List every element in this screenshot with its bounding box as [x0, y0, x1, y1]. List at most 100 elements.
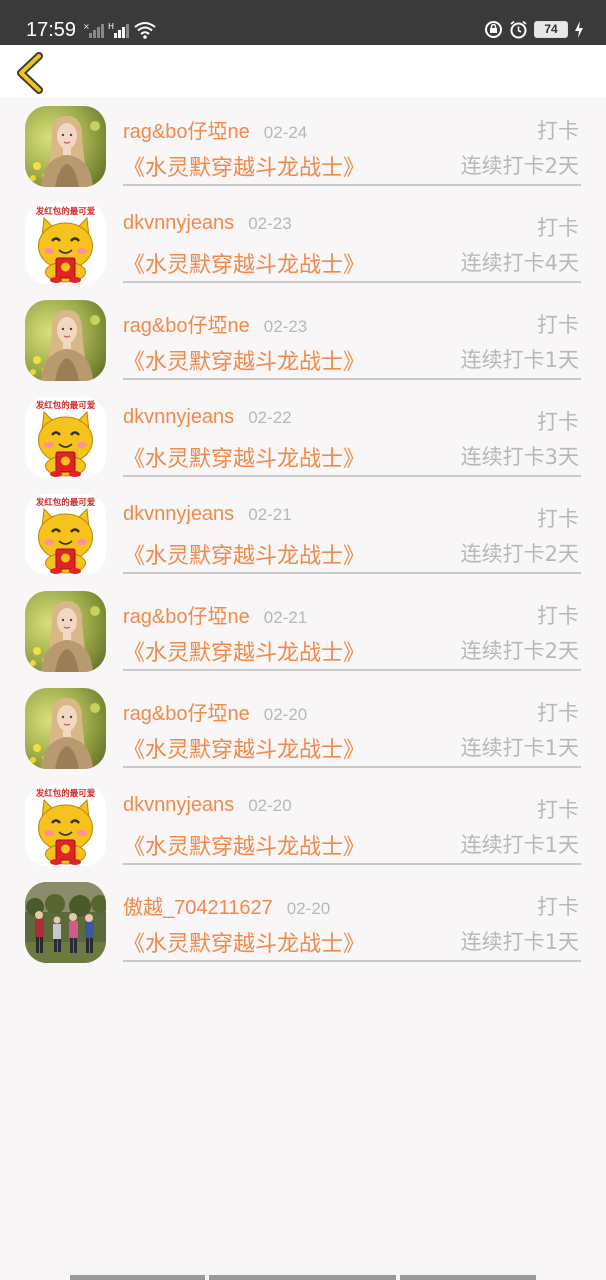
checkin-date: 02-23: [263, 317, 308, 336]
username[interactable]: rag&bo仔埡ne: [123, 703, 250, 725]
user-avatar[interactable]: [25, 106, 106, 187]
username[interactable]: rag&bo仔埡ne: [123, 121, 250, 143]
battery-level: 74: [544, 22, 558, 36]
title-bar: [0, 45, 606, 97]
checkin-date: 02-21: [263, 608, 308, 627]
checkin-row[interactable]: 发红包的最可爱 dkvnnyjeans 02-23 打卡《水灵默穿越斗龙战士》 连续打卡…: [0, 194, 606, 291]
username[interactable]: rag&bo仔埡ne: [123, 606, 250, 628]
checkin-date: 02-23: [248, 214, 292, 233]
username-line: rag&bo仔埡ne 02-21: [123, 600, 307, 629]
user-avatar[interactable]: 发红包的最可爱: [25, 494, 106, 575]
username[interactable]: 傲越_704211627: [123, 897, 273, 919]
book-title[interactable]: 《水灵默穿越斗龙战士》: [123, 344, 365, 376]
back-arrow-icon[interactable]: [14, 51, 50, 95]
rotation-lock-icon: [485, 21, 502, 38]
username-line: rag&bo仔埡ne 02-23: [123, 309, 307, 338]
status-bar: 17:59 × H 74: [0, 0, 606, 45]
checkin-action-label: 打卡: [537, 604, 579, 628]
username-line: dkvnnyjeans 02-21: [123, 503, 292, 526]
checkin-action-label: 打卡: [537, 119, 579, 143]
checkin-action-label: 打卡: [537, 216, 579, 240]
checkin-list: rag&bo仔埡ne 02-24 打卡 《水灵默穿越斗龙战士》 连续打卡2天 发红包的最可…: [0, 97, 606, 970]
username-line: 傲越_704211627 02-20: [123, 891, 330, 920]
wifi-icon: [134, 22, 156, 39]
checkin-streak: 连续打卡1天: [460, 930, 579, 954]
user-avatar[interactable]: 发红包的最可爱: [25, 203, 106, 284]
checkin-row[interactable]: 傲越_704211627 02-20 打卡《水灵默穿越斗龙战士》 连续打卡1天: [0, 873, 606, 970]
user-avatar[interactable]: [25, 591, 106, 672]
book-title[interactable]: 《水灵默穿越斗龙战士》: [123, 926, 365, 958]
username[interactable]: dkvnnyjeans: [123, 794, 234, 816]
user-avatar[interactable]: [25, 300, 106, 381]
checkin-row[interactable]: rag&bo仔埡ne 02-23 打卡《水灵默穿越斗龙战士》 连续打卡1天: [0, 291, 606, 388]
checkin-date: 02-20: [286, 899, 331, 918]
book-title[interactable]: 《水灵默穿越斗龙战士》: [123, 829, 365, 861]
username-line: dkvnnyjeans 02-20: [123, 794, 292, 817]
username-line: rag&bo仔埡ne 02-24: [123, 115, 307, 144]
book-title[interactable]: 《水灵默穿越斗龙战士》: [123, 635, 365, 667]
checkin-row[interactable]: rag&bo仔埡ne 02-20 打卡《水灵默穿越斗龙战士》 连续打卡1天: [0, 679, 606, 776]
checkin-row-content: rag&bo仔埡ne 02-23 打卡《水灵默穿越斗龙战士》 连续打卡1天: [123, 291, 581, 380]
status-icons: 74: [484, 20, 584, 39]
checkin-row[interactable]: 发红包的最可爱 dkvnnyjeans 02-21 打卡《水灵默穿越斗龙战士》 连续打卡…: [0, 485, 606, 582]
checkin-streak: 连续打卡4天: [460, 251, 579, 275]
checkin-streak: 连续打卡2天: [460, 542, 579, 566]
checkin-date: 02-24: [263, 123, 308, 142]
nav-hint-left: [70, 1275, 205, 1280]
checkin-row-content: rag&bo仔埡ne 02-24 打卡《水灵默穿越斗龙战士》 连续打卡2天: [123, 97, 581, 186]
checkin-row[interactable]: 发红包的最可爱 dkvnnyjeans 02-20 打卡 《水灵默穿越斗龙战士》 连续打卡…: [0, 776, 606, 873]
checkin-date: 02-20: [263, 705, 308, 724]
username-line: dkvnnyjeans 02-22: [123, 406, 292, 429]
username[interactable]: dkvnnyjeans: [123, 503, 234, 525]
user-avatar[interactable]: 发红包的最可爱: [25, 397, 106, 478]
checkin-row-content: dkvnnyjeans 02-20 打卡 《水灵默穿越斗龙战士》 连续打卡1天: [123, 776, 581, 865]
username[interactable]: dkvnnyjeans: [123, 406, 234, 428]
user-avatar[interactable]: [25, 688, 106, 769]
battery-indicator: 74: [534, 21, 568, 38]
alarm-icon: [510, 20, 527, 39]
checkin-action-label: 打卡: [537, 507, 579, 531]
checkin-row-content: rag&bo仔埡ne 02-20 打卡《水灵默穿越斗龙战士》 连续打卡1天: [123, 679, 581, 768]
checkin-row-content: 傲越_704211627 02-20 打卡《水灵默穿越斗龙战士》 连续打卡1天: [123, 873, 581, 962]
svg-text:H: H: [108, 22, 114, 31]
checkin-streak: 连续打卡2天: [460, 639, 579, 663]
checkin-streak: 连续打卡1天: [460, 348, 579, 372]
username-line: dkvnnyjeans 02-23: [123, 212, 292, 235]
nav-hint-center: [209, 1275, 396, 1280]
checkin-date: 02-21: [248, 505, 292, 524]
book-title[interactable]: 《水灵默穿越斗龙战士》: [123, 538, 365, 570]
cellular-signal-icon: H: [108, 22, 129, 38]
checkin-date: 02-20: [248, 796, 292, 815]
book-title[interactable]: 《水灵默穿越斗龙战士》: [123, 441, 365, 473]
checkin-row[interactable]: rag&bo仔埡ne 02-21 打卡《水灵默穿越斗龙战士》 连续打卡2天: [0, 582, 606, 679]
svg-text:×: ×: [83, 22, 90, 31]
checkin-date: 02-22: [248, 408, 292, 427]
checkin-action-label: 打卡: [537, 313, 579, 337]
checkin-action-label: 打卡: [537, 895, 579, 919]
checkin-row-content: dkvnnyjeans 02-23 打卡《水灵默穿越斗龙战士》 连续打卡4天: [123, 194, 581, 283]
svg-text:发红包的最可爱: 发红包的最可爱: [35, 206, 96, 217]
nav-hint-right: [400, 1275, 536, 1280]
user-avatar[interactable]: [25, 882, 106, 963]
checkin-row-content: rag&bo仔埡ne 02-21 打卡《水灵默穿越斗龙战士》 连续打卡2天: [123, 582, 581, 671]
user-avatar[interactable]: 发红包的最可爱: [25, 785, 106, 866]
book-title[interactable]: 《水灵默穿越斗龙战士》: [123, 150, 365, 182]
username[interactable]: rag&bo仔埡ne: [123, 315, 250, 337]
status-time: 17:59: [26, 19, 77, 41]
svg-text:发红包的最可爱: 发红包的最可爱: [35, 400, 96, 411]
checkin-action-label: 打卡: [537, 410, 579, 434]
book-title[interactable]: 《水灵默穿越斗龙战士》: [123, 247, 365, 279]
checkin-streak: 连续打卡2天: [460, 154, 579, 178]
username[interactable]: dkvnnyjeans: [123, 212, 234, 234]
checkin-action-label: 打卡: [537, 798, 579, 822]
checkin-action-label: 打卡: [537, 701, 579, 725]
checkin-streak: 连续打卡3天: [460, 445, 579, 469]
charging-icon: [575, 21, 583, 38]
checkin-streak: 连续打卡1天: [460, 736, 579, 760]
checkin-row[interactable]: rag&bo仔埡ne 02-24 打卡《水灵默穿越斗龙战士》 连续打卡2天: [0, 97, 606, 194]
checkin-row[interactable]: 发红包的最可爱 dkvnnyjeans 02-22 打卡《水灵默穿越斗龙战士》 连续打卡…: [0, 388, 606, 485]
checkin-row-content: dkvnnyjeans 02-21 打卡《水灵默穿越斗龙战士》 连续打卡2天: [123, 485, 581, 574]
username-line: rag&bo仔埡ne 02-20: [123, 697, 307, 726]
book-title[interactable]: 《水灵默穿越斗龙战士》: [123, 732, 365, 764]
svg-text:发红包的最可爱: 发红包的最可爱: [35, 497, 96, 508]
